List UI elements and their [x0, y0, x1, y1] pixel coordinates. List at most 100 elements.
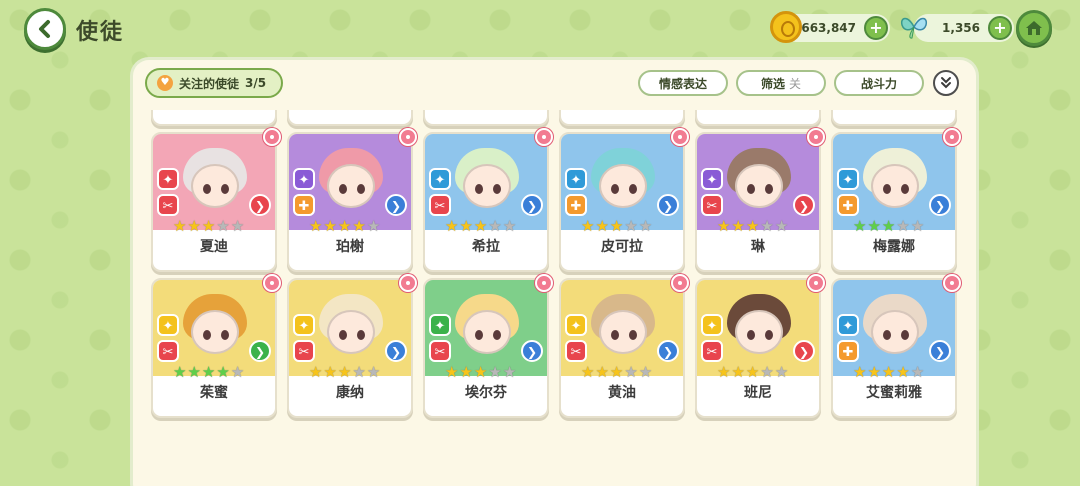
apostle-card[interactable]: ✦ ✂ ❯ ★ ★ ★ ★ ★ 康纳	[287, 278, 413, 418]
portrait-eye	[203, 330, 211, 340]
star-icon: ★	[896, 363, 910, 381]
star-icon: ★	[187, 217, 201, 235]
apostle-card[interactable]: ✦✂❯★★★★★x╳锡安╳x	[695, 110, 821, 126]
star-icon: ★	[581, 217, 595, 235]
portrait-face	[327, 164, 375, 208]
butterfly-gem-icon	[898, 11, 930, 43]
star-icon: ★	[853, 217, 867, 235]
filter-button[interactable]: 筛选 关	[736, 70, 826, 96]
apostle-panel: ♥ 关注的使徒 3/5 情感表达 筛选 关 战斗力 ✦✂❯★★★★★基迪恩✦✚❯…	[133, 60, 976, 486]
apostle-card[interactable]: ✦ ✂ ❯ ★ ★ ★ ★ ★ 茱蜜	[151, 278, 277, 418]
element-icon: ✦	[565, 314, 587, 336]
apostle-card[interactable]: ✦ ✂ ❯ ★ ★ ★ ★ ★ 班尼	[695, 278, 821, 418]
star-icon: ★	[173, 217, 187, 235]
portrait-face	[191, 310, 239, 354]
star-rating: ★ ★ ★ ★ ★	[853, 364, 924, 380]
star-icon: ★	[352, 217, 366, 235]
apostle-card[interactable]: ✦◆❯★★★★★鲁德	[423, 110, 549, 126]
star-icon: ★	[309, 217, 323, 235]
emote-label: 情感表达	[658, 76, 707, 91]
role-icon: ✚	[565, 194, 587, 216]
star-icon: ★	[774, 217, 789, 235]
flower-icon	[535, 274, 553, 292]
apostle-card[interactable]: ✦ ✚ ❯ ★ ★ ★ ★ ★ 皮可拉	[559, 132, 685, 272]
sort-power-button[interactable]: 战斗力	[834, 70, 924, 96]
coin-icon	[770, 11, 802, 43]
apostle-card[interactable]: ✦ ✂ ❯ ★ ★ ★ ★ ★ 琳	[695, 132, 821, 272]
apostle-name: 夏迪	[200, 239, 228, 255]
star-icon: ★	[445, 363, 459, 381]
flower-icon	[263, 128, 281, 146]
flower-icon	[263, 274, 281, 292]
follow-label: 关注的使徒	[179, 76, 240, 91]
apostle-card[interactable]: ✦✚❯★★★★★雨伊	[559, 110, 685, 126]
star-icon: ★	[502, 363, 517, 381]
role-icon: ✂	[293, 340, 315, 362]
element-icon: ✦	[837, 314, 859, 336]
portrait-eye	[629, 330, 637, 340]
star-icon: ★	[337, 363, 352, 381]
element-icon: ✦	[429, 168, 451, 190]
star-rating: ★ ★ ★ ★ ★	[581, 218, 652, 234]
apostle-grid-viewport[interactable]: ✦✂❯★★★★★基迪恩 ✦✚❯★★★★★优米 ✦◆❯★★★★★鲁德 ✦✚❯★★★★★雨…	[133, 110, 976, 486]
star-icon: ★	[366, 217, 381, 235]
apostle-name: 茱蜜	[200, 385, 228, 401]
portrait-face	[599, 310, 647, 354]
star-icon: ★	[323, 217, 337, 235]
apostle-name: 梅露娜	[873, 239, 915, 255]
portrait-eye	[203, 184, 211, 194]
flower-icon	[535, 128, 553, 146]
flower-icon	[807, 128, 825, 146]
star-icon: ★	[867, 363, 881, 381]
home-button[interactable]	[1016, 10, 1052, 46]
portrait-eye	[765, 330, 773, 340]
star-icon: ★	[609, 217, 624, 235]
portrait-face	[599, 164, 647, 208]
star-icon: ★	[173, 363, 187, 381]
follow-count: 3/5	[245, 76, 267, 90]
apostle-card[interactable]: ✦ ✂ ❯ ★ ★ ★ ★ ★ 夏迪	[151, 132, 277, 272]
element-icon: ✦	[429, 314, 451, 336]
apostle-card[interactable]: ✦ ✂ ❯ ★ ★ ★ ★ ★ 黄油	[559, 278, 685, 418]
star-icon: ★	[366, 363, 381, 381]
portrait-face	[735, 310, 783, 354]
chevron-right-icon: ❯	[929, 340, 951, 362]
apostle-card[interactable]: ✦ ✂ ❯ ★ ★ ★ ★ ★ 希拉	[423, 132, 549, 272]
star-icon: ★	[745, 363, 760, 381]
chevron-right-icon: ❯	[249, 340, 271, 362]
chevron-right-icon: ❯	[657, 340, 679, 362]
portrait-eye	[883, 184, 891, 194]
apostle-card[interactable]: ✦✂❯★★★★★莱薇	[831, 110, 957, 126]
star-icon: ★	[216, 363, 230, 381]
gold-counter: 663,847 +	[770, 11, 890, 43]
add-gems-button[interactable]: +	[988, 16, 1012, 40]
back-button[interactable]	[24, 8, 66, 50]
apostle-card[interactable]: ✦✂❯★★★★★基迪恩	[151, 110, 277, 126]
element-icon: ✦	[701, 314, 723, 336]
apostle-card[interactable]: ✦ ✂ ❯ ★ ★ ★ ★ ★ 埃尔芬	[423, 278, 549, 418]
emote-button[interactable]: 情感表达	[638, 70, 728, 96]
star-icon: ★	[187, 363, 201, 381]
star-icon: ★	[201, 217, 216, 235]
portrait-eye	[901, 330, 909, 340]
heart-icon: ♥	[157, 75, 173, 91]
flower-icon	[943, 128, 961, 146]
apostle-card[interactable]: ✦ ✚ ❯ ★ ★ ★ ★ ★ 珀榭	[287, 132, 413, 272]
collapse-button[interactable]	[933, 70, 959, 96]
apostle-card[interactable]: ✦ ✚ ❯ ★ ★ ★ ★ ★ 梅露娜	[831, 132, 957, 272]
apostle-name: 皮可拉	[601, 239, 643, 255]
apostle-card[interactable]: ✦ ✚ ❯ ★ ★ ★ ★ ★ 艾蜜莉雅	[831, 278, 957, 418]
gem-amount: 1,356	[942, 21, 980, 35]
star-icon: ★	[745, 217, 760, 235]
portrait-eye	[221, 184, 229, 194]
star-rating: ★ ★ ★ ★ ★	[717, 218, 788, 234]
portrait-eye	[883, 330, 891, 340]
role-icon: ✚	[293, 194, 315, 216]
apostle-card[interactable]: ✦✚❯★★★★★优米	[287, 110, 413, 126]
double-chevron-down-icon	[941, 77, 951, 89]
role-icon: ✂	[701, 194, 723, 216]
add-gold-button[interactable]: +	[864, 16, 888, 40]
chevron-right-icon: ❯	[521, 194, 543, 216]
star-icon: ★	[717, 363, 731, 381]
followed-apostles-toggle[interactable]: ♥ 关注的使徒 3/5	[145, 68, 283, 98]
